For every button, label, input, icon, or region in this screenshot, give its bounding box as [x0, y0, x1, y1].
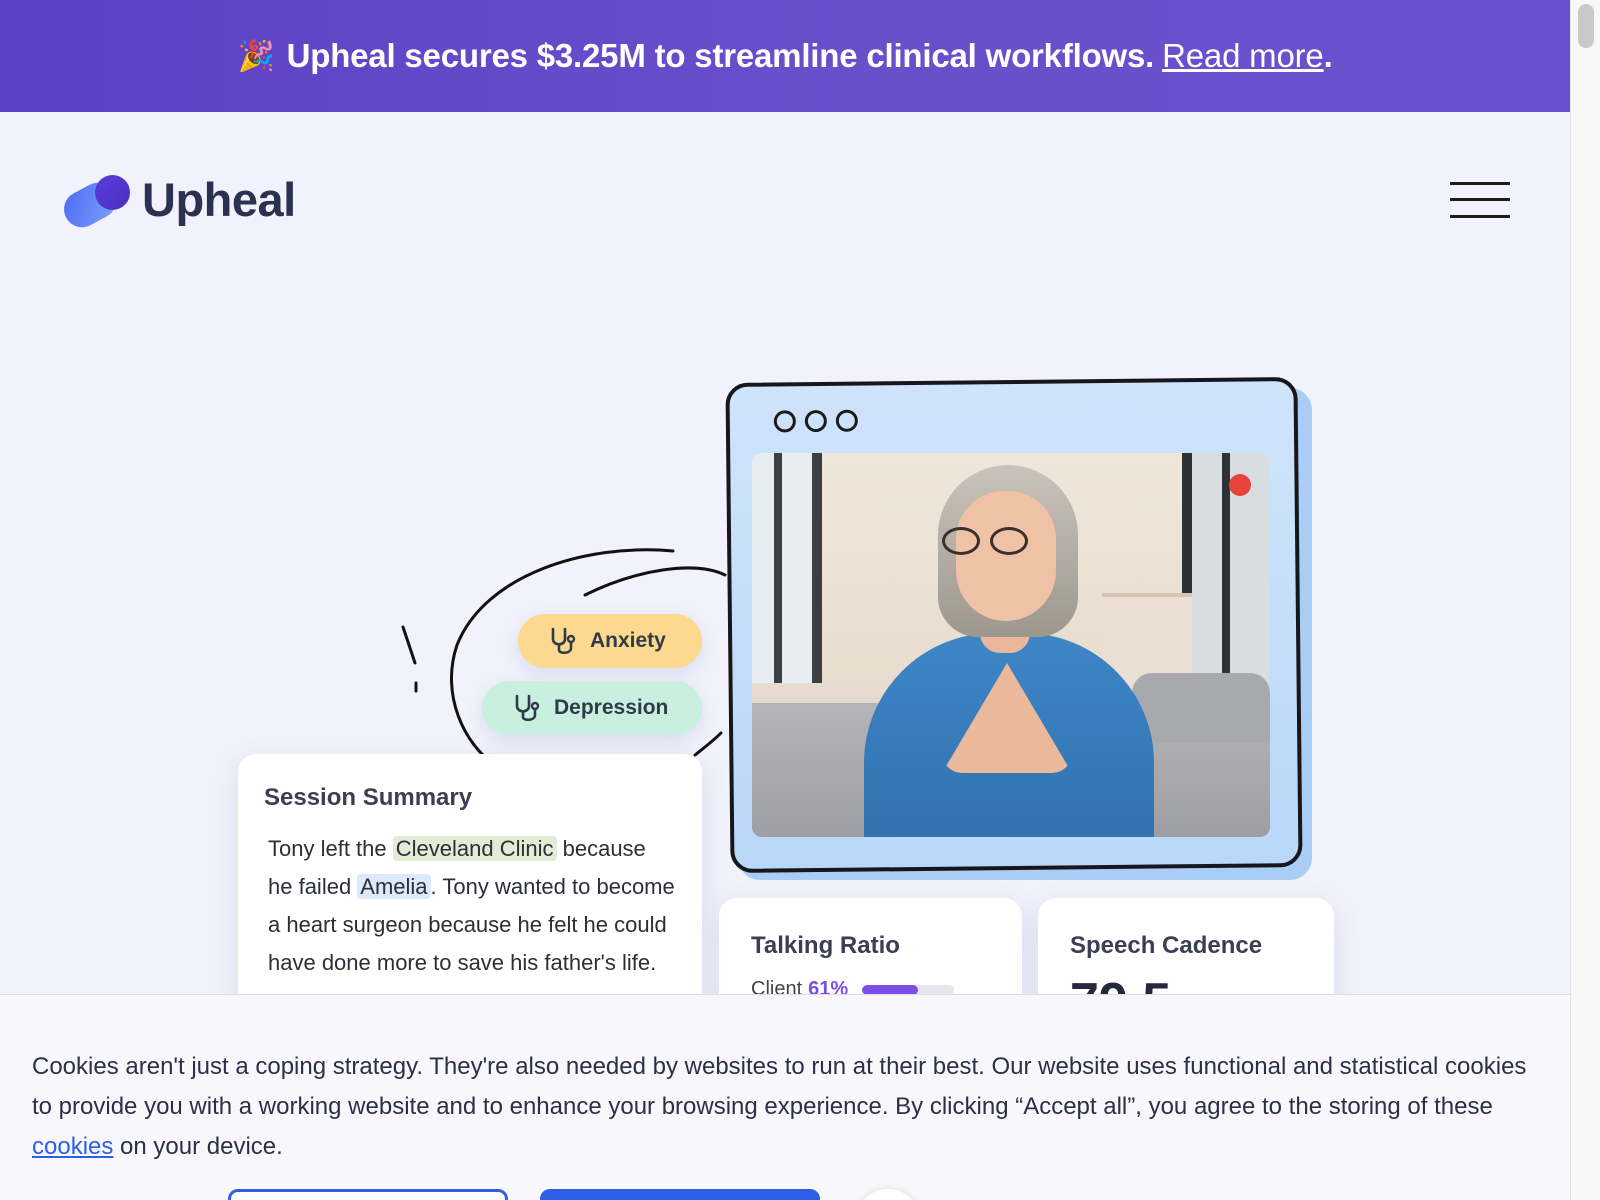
talking-ratio-bar-fill [862, 984, 919, 995]
party-popper-icon: 🎉 [237, 39, 275, 73]
tag-anxiety: Anxiety [518, 614, 702, 668]
speech-cadence-title: Speech Cadence [1070, 932, 1263, 959]
cookie-consent-text: Cookies aren't just a coping strategy. T… [32, 1053, 1527, 1160]
page-scrollbar[interactable] [1570, 0, 1600, 1200]
tag-depression: Depression [482, 681, 702, 735]
upheal-logo[interactable]: Upheal [57, 172, 296, 234]
announcement-banner: 🎉 Upheal secures $3.25M to streamline cl… [0, 0, 1570, 112]
announcement-trailing: . [1323, 37, 1333, 74]
video-feed-image [752, 453, 1270, 837]
stethoscope-icon [551, 627, 576, 655]
talking-ratio-bar [862, 984, 955, 995]
logo-mark-icon [57, 173, 132, 234]
cookie-close-button[interactable] [856, 1189, 920, 1200]
stethoscope-icon [515, 694, 540, 722]
cookies-link[interactable]: cookies [32, 1133, 113, 1160]
logo-text: Upheal [142, 173, 296, 226]
cookie-consent-banner: Cookies aren't just a coping strategy. T… [0, 994, 1570, 1200]
session-summary-card: Session Summary Tony left the Cleveland … [238, 754, 702, 1014]
highlight-cleveland-clinic: Cleveland Clinic [392, 836, 557, 861]
cookie-accept-all-button[interactable] [540, 1189, 820, 1200]
window-controls-icon [773, 409, 858, 433]
session-summary-text: Tony left the Cleveland Clinic because h… [268, 836, 675, 975]
talking-ratio-title: Talking Ratio [751, 932, 900, 959]
highlight-amelia: Amelia [357, 874, 431, 899]
read-more-link[interactable]: Read more [1162, 37, 1324, 75]
announcement-text: Upheal secures $3.25M to streamline clin… [286, 37, 1155, 74]
scrollbar-thumb[interactable] [1578, 4, 1594, 48]
recording-dot-icon [1229, 474, 1251, 496]
session-summary-title: Session Summary [264, 784, 473, 811]
tag-label: Depression [554, 696, 669, 719]
hamburger-menu-icon[interactable] [1450, 182, 1510, 218]
cookie-settings-button[interactable] [228, 1189, 508, 1200]
tag-label: Anxiety [590, 629, 666, 652]
